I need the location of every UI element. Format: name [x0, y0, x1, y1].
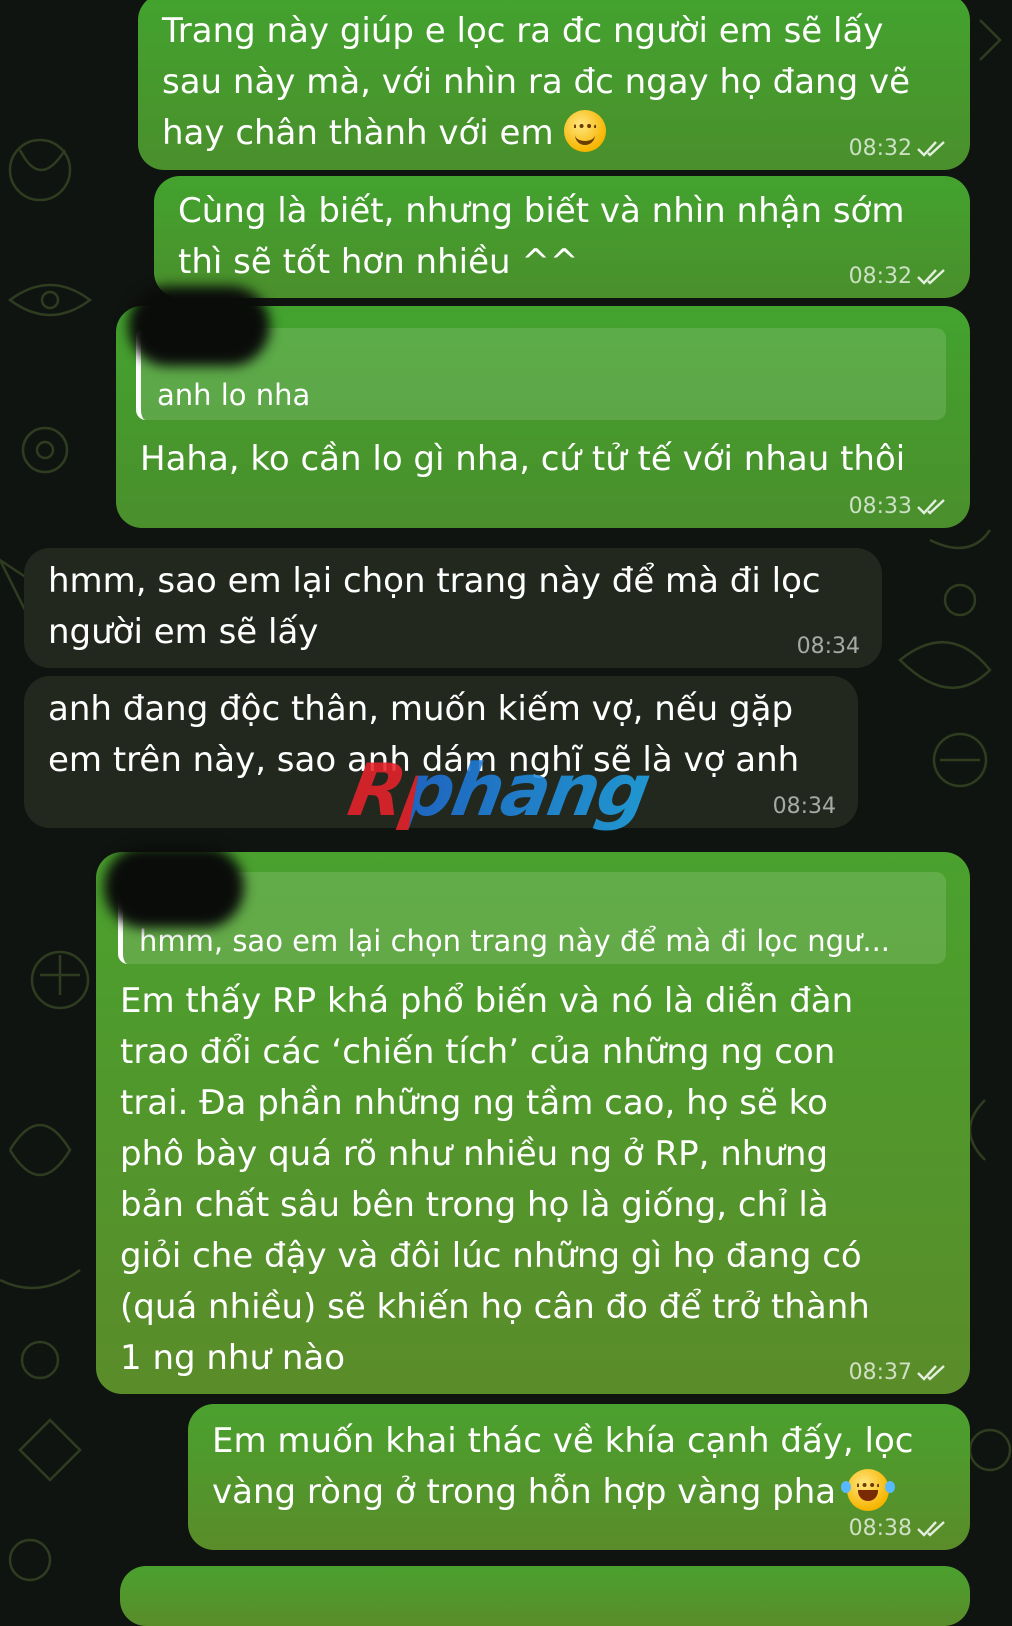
message-time: 08:34 [772, 794, 836, 819]
double-check-icon [917, 1365, 945, 1381]
message-bubble-outgoing[interactable]: Trang này giúp e lọc ra đc người em sẽ l… [138, 0, 970, 170]
message-bubble-outgoing[interactable]: hmm, sao em lại chọn trang này để mà đi … [96, 852, 970, 1394]
smiling-face-icon [564, 110, 607, 152]
message-time: 08:32 [848, 264, 912, 289]
message-meta: 08:33 [849, 494, 948, 520]
message-text: Haha, ko cần lo gì nha, cứ tử tế với nha… [140, 439, 906, 479]
message-time: 08:34 [796, 634, 860, 659]
message-bubble-outgoing-partial[interactable] [120, 1566, 970, 1626]
message-bubble-incoming[interactable]: hmm, sao em lại chọn trang này để mà đi … [24, 548, 882, 668]
message-text: Trang này giúp e lọc ra đc người em sẽ l… [162, 11, 911, 153]
reply-quote-text: anh lo nha [157, 378, 311, 412]
message-time: 08:38 [848, 1516, 912, 1541]
message-time: 08:37 [848, 1360, 912, 1385]
message-meta: 08:32 [849, 136, 948, 162]
message-meta: 08:38 [849, 1516, 948, 1542]
message-text: hmm, sao em lại chọn trang này để mà đi … [48, 561, 821, 652]
double-check-icon [917, 1521, 945, 1537]
message-text: Em thấy RP khá phổ biến và nó là diễn đà… [120, 981, 870, 1378]
reply-quote-text: hmm, sao em lại chọn trang này để mà đi … [139, 924, 891, 958]
double-check-icon [917, 499, 945, 515]
face-with-tears-of-joy-icon [840, 1469, 895, 1511]
message-meta: 08:34 [797, 634, 860, 660]
redacted-sender-name [128, 286, 270, 366]
double-check-icon [917, 269, 945, 285]
message-bubble-outgoing[interactable]: Em muốn khai thác về khía cạnh đấy, lọc … [188, 1404, 970, 1550]
message-meta: 08:37 [849, 1360, 948, 1386]
message-bubble-outgoing[interactable]: Cùng là biết, nhưng biết và nhìn nhận sớ… [154, 176, 970, 298]
message-text: Em muốn khai thác về khía cạnh đấy, lọc … [212, 1421, 914, 1512]
message-meta: 08:34 [773, 794, 836, 820]
message-meta: 08:32 [849, 264, 948, 290]
redacted-sender-name [104, 846, 244, 928]
message-time: 08:33 [848, 494, 912, 519]
message-text: Cùng là biết, nhưng biết và nhìn nhận sớ… [178, 191, 905, 282]
double-check-icon [917, 141, 945, 157]
watermark-logo: Rphang [342, 748, 656, 832]
message-time: 08:32 [848, 136, 912, 161]
